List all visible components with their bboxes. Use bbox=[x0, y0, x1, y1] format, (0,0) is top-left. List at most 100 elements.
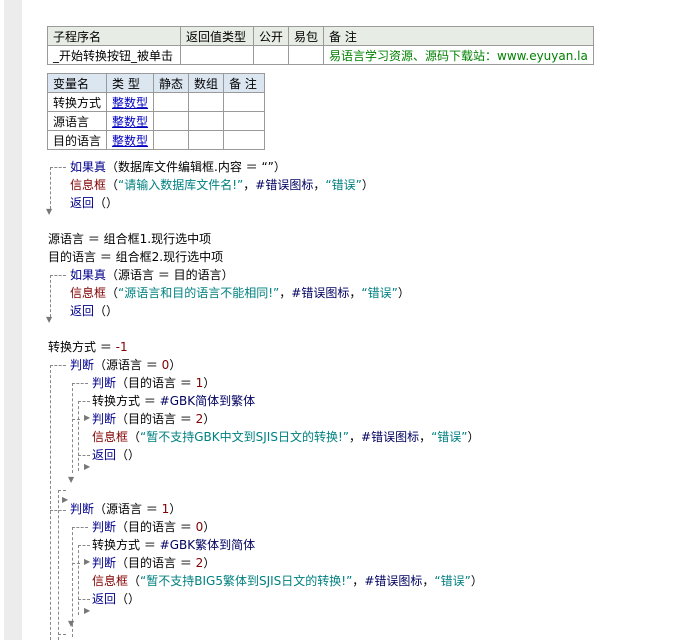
flow-guide-line bbox=[72, 419, 80, 420]
code-token-plain: （ bbox=[106, 286, 119, 300]
flow-arrow-down-icon: ▼ bbox=[68, 619, 75, 628]
code-line[interactable]: 目的语言 ＝ 组合框2.现行选中项 bbox=[48, 248, 223, 266]
code-line[interactable]: 信息框（“源语言和目的语言不能相同!”，#错误图标，“错误”） bbox=[70, 284, 410, 302]
code-token-kw: 判断 bbox=[92, 556, 117, 570]
code-line[interactable]: 转换方式 ＝ -1 bbox=[48, 338, 128, 356]
code-token-fn: 信息框 bbox=[92, 574, 129, 588]
code-line[interactable]: 判断（源语言 ＝ 0） bbox=[70, 356, 181, 374]
code-line[interactable]: 转换方式 ＝ #GBK繁体到简体 bbox=[92, 536, 255, 554]
code-line[interactable]: 信息框（“暂不支持GBK中文到SJIS日文的转换!”，#错误图标，“错误”） bbox=[92, 428, 480, 446]
public-cell[interactable] bbox=[252, 45, 290, 65]
code-token-plain: （源语言 ＝ bbox=[94, 502, 162, 516]
code-token-plain: （ bbox=[106, 178, 119, 192]
table-row: 源语言 整数型 bbox=[46, 111, 266, 131]
code-token-plain: ， bbox=[419, 430, 432, 444]
array-cell[interactable] bbox=[188, 130, 225, 150]
table-row: 转换方式 整数型 bbox=[46, 92, 266, 112]
flow-guide-line bbox=[78, 455, 90, 456]
subroutine-name[interactable]: _开始转换按钮_被单击 bbox=[47, 45, 181, 65]
remark-cell[interactable] bbox=[223, 92, 266, 112]
code-token-str: “错误” bbox=[361, 286, 398, 300]
variable-type[interactable]: 整数型 bbox=[106, 130, 155, 150]
flow-guide-line bbox=[58, 490, 66, 491]
epackage-cell[interactable] bbox=[288, 45, 325, 65]
code-token-plain: （目的语言 ＝ bbox=[116, 376, 196, 390]
code-token-plain: （目的语言 ＝ bbox=[116, 520, 196, 534]
code-token-str: “暂不支持GBK中文到SJIS日文的转换!” bbox=[140, 430, 349, 444]
code-token-plain: ） bbox=[203, 520, 216, 534]
header-type: 类 型 bbox=[106, 73, 155, 93]
code-token-plain: （目的语言 ＝ bbox=[116, 556, 196, 570]
code-token-plain: ， bbox=[349, 430, 362, 444]
code-line[interactable]: 源语言 ＝ 组合框1.现行选中项 bbox=[48, 230, 211, 248]
code-token-plain: ） bbox=[470, 574, 483, 588]
header-remark: 备 注 bbox=[223, 73, 266, 93]
code-line[interactable]: 如果真（数据库文件编辑框.内容 ＝ “”） bbox=[70, 158, 286, 176]
flow-arrow-right-icon: ▶ bbox=[84, 606, 91, 615]
variable-type[interactable]: 整数型 bbox=[106, 111, 155, 131]
flow-arrow-down-icon: ▼ bbox=[46, 315, 53, 324]
code-line[interactable]: 返回（） bbox=[92, 590, 140, 608]
header-epackage: 易包 bbox=[288, 26, 325, 46]
flow-arrow-right-icon: ▶ bbox=[84, 557, 91, 566]
variable-name[interactable]: 源语言 bbox=[46, 111, 108, 131]
header-static: 静态 bbox=[153, 73, 190, 93]
flow-guide-line bbox=[72, 383, 88, 384]
code-line[interactable]: 如果真（源语言 ＝ 目的语言） bbox=[70, 266, 234, 284]
header-public: 公开 bbox=[252, 26, 290, 46]
code-line[interactable]: 信息框（“请输入数据库文件名!”，#错误图标，“错误”） bbox=[70, 176, 374, 194]
code-line[interactable]: 判断（源语言 ＝ 1） bbox=[70, 500, 181, 518]
code-line[interactable]: 判断（目的语言 ＝ 1） bbox=[92, 374, 215, 392]
code-token-plain: ） bbox=[203, 556, 216, 570]
code-token-kw: 返回 bbox=[70, 304, 95, 318]
flow-guide-line bbox=[58, 634, 66, 635]
code-token-plain: ） bbox=[397, 286, 410, 300]
code-token-kw: 判断 bbox=[92, 376, 117, 390]
code-line[interactable]: 返回（） bbox=[92, 446, 140, 464]
code-token-kw: 如果真 bbox=[70, 160, 107, 174]
code-line[interactable]: 判断（目的语言 ＝ 2） bbox=[92, 554, 215, 572]
code-token-const: #错误图标 bbox=[291, 286, 350, 300]
code-line[interactable]: 返回（） bbox=[70, 194, 118, 212]
table-row: 目的语言 整数型 bbox=[46, 130, 266, 150]
code-token-plain: （） bbox=[116, 592, 141, 606]
flow-guide-line bbox=[78, 545, 90, 546]
code-line[interactable]: 判断（目的语言 ＝ 0） bbox=[92, 518, 215, 536]
code-line[interactable]: 信息框（“暂不支持BIG5繁体到SJIS日文的转换!”，#错误图标，“错误”） bbox=[92, 572, 483, 590]
code-token-const: #GBK繁体到简体 bbox=[159, 538, 256, 552]
code-line[interactable]: 判断（目的语言 ＝ 2） bbox=[92, 410, 215, 428]
static-cell[interactable] bbox=[153, 111, 190, 131]
static-cell[interactable] bbox=[153, 130, 190, 150]
variable-name[interactable]: 转换方式 bbox=[46, 92, 108, 112]
variable-name[interactable]: 目的语言 bbox=[46, 130, 108, 150]
flow-guide-line bbox=[50, 275, 66, 276]
remark-cell[interactable] bbox=[223, 111, 266, 131]
return-type-cell[interactable] bbox=[180, 45, 254, 65]
code-line[interactable]: 返回（） bbox=[70, 302, 118, 320]
array-cell[interactable] bbox=[188, 111, 225, 131]
code-token-const: #错误图标 bbox=[364, 574, 423, 588]
code-token-kw: 判断 bbox=[92, 520, 117, 534]
flow-arrow-down-icon: ▼ bbox=[46, 207, 53, 216]
code-token-plain: ） bbox=[169, 358, 182, 372]
flow-guide-line bbox=[50, 167, 66, 168]
code-token-fn: 信息框 bbox=[70, 286, 107, 300]
flow-guide-line bbox=[72, 527, 88, 528]
code-token-plain: ， bbox=[349, 286, 362, 300]
remark-cell[interactable] bbox=[223, 130, 266, 150]
static-cell[interactable] bbox=[153, 92, 190, 112]
code-token-str: “源语言和目的语言不能相同!” bbox=[118, 286, 280, 300]
header-array: 数组 bbox=[188, 73, 225, 93]
array-cell[interactable] bbox=[188, 92, 225, 112]
code-token-plain: ） bbox=[361, 178, 374, 192]
code-token-const: #错误图标 bbox=[361, 430, 420, 444]
variable-type[interactable]: 整数型 bbox=[106, 92, 155, 112]
flow-guide-line bbox=[50, 275, 51, 317]
code-token-const: #错误图标 bbox=[255, 178, 314, 192]
code-line[interactable]: 转换方式 ＝ #GBK简体到繁体 bbox=[92, 392, 255, 410]
code-token-plain: （源语言 ＝ 目的语言） bbox=[106, 268, 234, 282]
code-token-str: “请输入数据库文件名!” bbox=[118, 178, 244, 192]
remark-cell[interactable]: 易语言学习资源、源码下载站：www.eyuyan.la bbox=[323, 45, 594, 65]
subroutine-table: 子程序名 返回值类型 公开 易包 备 注 _开始转换按钮_被单击 易语言学习资源… bbox=[47, 26, 594, 65]
code-token-plain: （） bbox=[116, 448, 141, 462]
